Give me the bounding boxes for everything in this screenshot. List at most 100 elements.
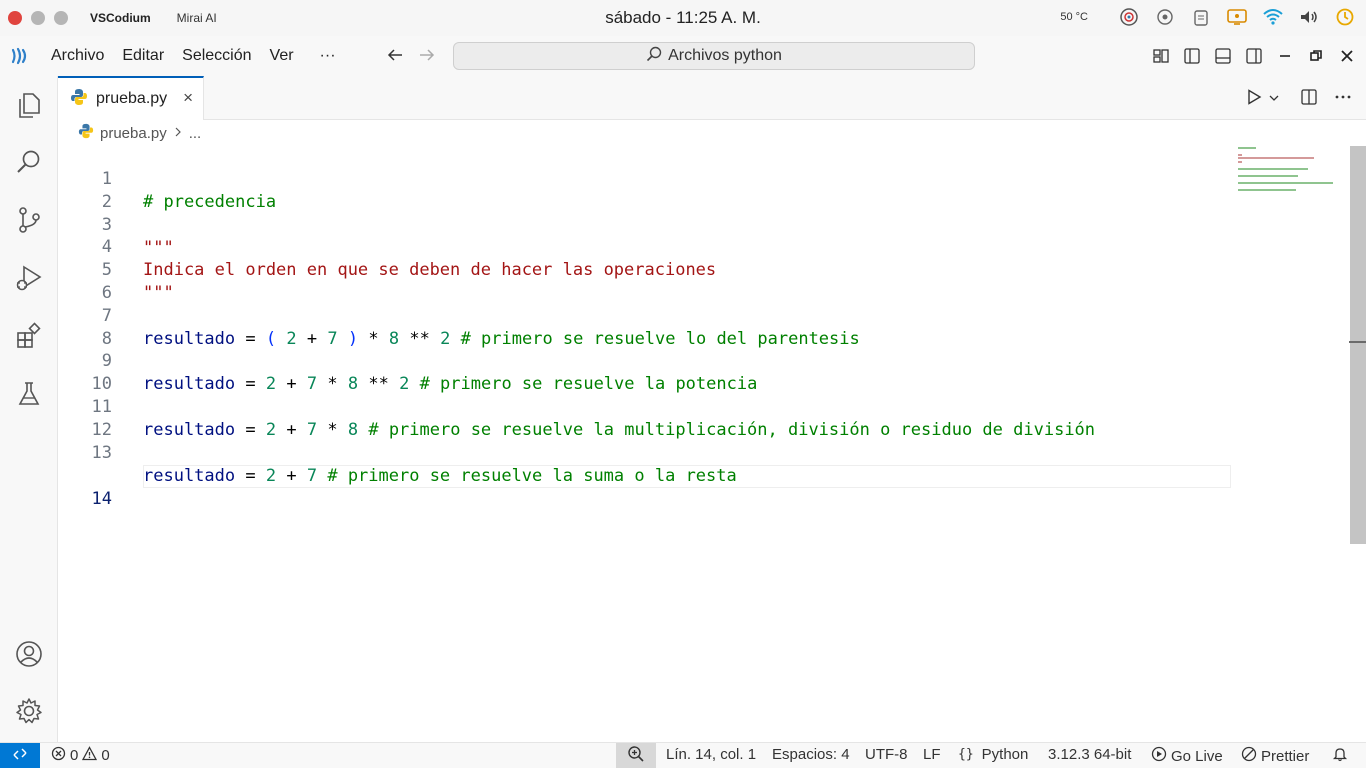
search-icon — [646, 46, 662, 67]
toggle-secondary-sidebar-icon[interactable] — [1238, 42, 1269, 70]
customize-layout-icon[interactable] — [1145, 42, 1176, 70]
prettier-label: Prettier — [1261, 747, 1310, 765]
code-line: 11 resultado = 2 + 7 * 8 # primero se re… — [58, 373, 1348, 440]
updates-icon[interactable] — [1334, 6, 1356, 28]
activity-bar — [0, 76, 58, 742]
network-manager-icon[interactable] — [1118, 6, 1140, 28]
python-interpreter[interactable]: 3.12.3 64-bit — [1048, 746, 1131, 763]
remote-indicator[interactable] — [0, 743, 40, 768]
monitor-icon[interactable] — [1226, 6, 1248, 28]
more-actions-icon[interactable] — [1334, 88, 1352, 111]
code-line-active: 14 — [58, 442, 1348, 509]
go-live-button[interactable]: Go Live — [1151, 746, 1223, 766]
chevron-down-icon[interactable] — [1268, 91, 1280, 109]
close-window-icon[interactable] — [1331, 42, 1362, 70]
tab-close-icon[interactable]: × — [183, 89, 193, 106]
scrollbar-thumb[interactable] — [1350, 146, 1366, 544]
end-of-line[interactable]: LF — [923, 746, 941, 763]
os-top-bar: VSCodium Mirai AI sábado - 11:25 A. M. 5… — [0, 0, 1366, 36]
command-center-search[interactable]: Archivos python — [453, 42, 975, 70]
python-file-icon — [78, 123, 94, 143]
warning-count: 0 — [101, 747, 110, 764]
menu-ver[interactable]: Ver — [261, 47, 303, 65]
account-icon[interactable] — [0, 630, 58, 678]
toggle-panel-icon[interactable] — [1207, 42, 1238, 70]
navigation-arrows — [385, 45, 437, 70]
line-number: 14 — [91, 489, 112, 509]
split-editor-icon[interactable] — [1300, 88, 1318, 111]
current-line-highlight — [143, 465, 1231, 488]
error-icon — [51, 746, 66, 765]
broadcast-icon — [1151, 746, 1167, 766]
minimap[interactable] — [1238, 145, 1348, 191]
restore-window-icon[interactable] — [1300, 42, 1331, 70]
problems-indicator[interactable]: 0 0 — [51, 746, 110, 765]
back-arrow-icon[interactable] — [385, 45, 405, 70]
notifications-bell-icon[interactable] — [1332, 746, 1348, 762]
code-editor[interactable]: 1 # precedencia 2 3 """ 4 Indica el orde… — [58, 145, 1348, 742]
tab-label: prueba.py — [96, 90, 168, 107]
minimize-window-icon[interactable] — [1269, 42, 1300, 70]
clipboard-icon[interactable] — [1190, 6, 1212, 28]
status-bar: 0 0 Lín. 14, col. 1 Espacios: 4 UTF-8 LF… — [0, 742, 1366, 768]
run-debug-icon[interactable] — [0, 254, 58, 302]
encoding[interactable]: UTF-8 — [865, 746, 908, 763]
menu-bar: Archivo Editar Selección Ver ··· Archivo… — [0, 36, 1366, 76]
menu-more[interactable]: ··· — [311, 47, 345, 65]
code-line: 8 — [58, 305, 1348, 349]
menu-editar[interactable]: Editar — [113, 47, 173, 65]
remote-icon — [12, 746, 28, 766]
indentation[interactable]: Espacios: 4 — [772, 746, 850, 763]
prettier-button[interactable]: Prettier — [1241, 746, 1309, 766]
layout-controls — [1145, 42, 1362, 70]
code-line: 9 resultado = 2 + 7 * 8 ** 2 # primero s… — [58, 327, 1348, 394]
python-file-icon — [70, 88, 88, 111]
code-line: 6 — [58, 259, 1348, 303]
editor-tab-bar: prueba.py × — [58, 76, 1366, 120]
menu-seleccion[interactable]: Selección — [173, 47, 260, 65]
scrollbar-cursor-marker — [1349, 341, 1366, 343]
zoom-icon — [627, 745, 645, 767]
source-control-icon[interactable] — [0, 196, 58, 244]
window-controls — [8, 11, 68, 25]
os-app-name[interactable]: VSCodium — [90, 11, 151, 25]
extensions-icon[interactable] — [0, 312, 58, 360]
vscodium-logo-icon — [0, 46, 40, 66]
run-python-file-icon[interactable] — [1246, 89, 1262, 110]
search-icon[interactable] — [0, 138, 58, 186]
warning-icon — [82, 746, 98, 765]
code-line: 5 """ — [58, 236, 1348, 303]
tab-prueba-py[interactable]: prueba.py × — [58, 76, 204, 120]
cursor-position[interactable]: Lín. 14, col. 1 — [666, 746, 756, 763]
breadcrumb-file[interactable]: prueba.py — [100, 125, 167, 142]
explorer-icon[interactable] — [0, 81, 58, 129]
editor-actions — [1246, 88, 1352, 111]
language-mode[interactable]: {} Python — [958, 746, 1028, 763]
code-line: 3 """ — [58, 191, 1348, 258]
window-close-button[interactable] — [8, 11, 22, 25]
settings-gear-icon[interactable] — [0, 687, 58, 735]
toggle-primary-sidebar-icon[interactable] — [1176, 42, 1207, 70]
code-line: 7 resultado = ( 2 + 7 ) * 8 ** 2 # prime… — [58, 282, 1348, 349]
go-live-label: Go Live — [1171, 747, 1223, 765]
breadcrumb: prueba.py ... — [78, 123, 201, 143]
forward-arrow-icon[interactable] — [417, 45, 437, 70]
os-window-name[interactable]: Mirai AI — [177, 11, 217, 25]
zoom-indicator[interactable] — [616, 743, 656, 768]
os-system-tray: 50 °C — [1060, 6, 1356, 28]
window-minimize-button[interactable] — [31, 11, 45, 25]
code-line: 12 — [58, 396, 1348, 440]
menu-archivo[interactable]: Archivo — [42, 47, 113, 65]
breadcrumb-symbols[interactable]: ... — [189, 125, 202, 142]
volume-icon[interactable] — [1298, 6, 1320, 28]
code-line: 10 — [58, 350, 1348, 394]
testing-icon[interactable] — [0, 370, 58, 418]
window-maximize-button[interactable] — [54, 11, 68, 25]
settings-tray-icon[interactable] — [1154, 6, 1176, 28]
wifi-icon[interactable] — [1262, 6, 1284, 28]
code-line: 2 — [58, 168, 1348, 212]
command-center-label: Archivos python — [668, 47, 782, 64]
code-line: 1 # precedencia — [58, 145, 1348, 212]
code-line: 13 resultado = 2 + 7 # primero se resuel… — [58, 419, 1348, 486]
chevron-right-icon — [173, 125, 183, 142]
